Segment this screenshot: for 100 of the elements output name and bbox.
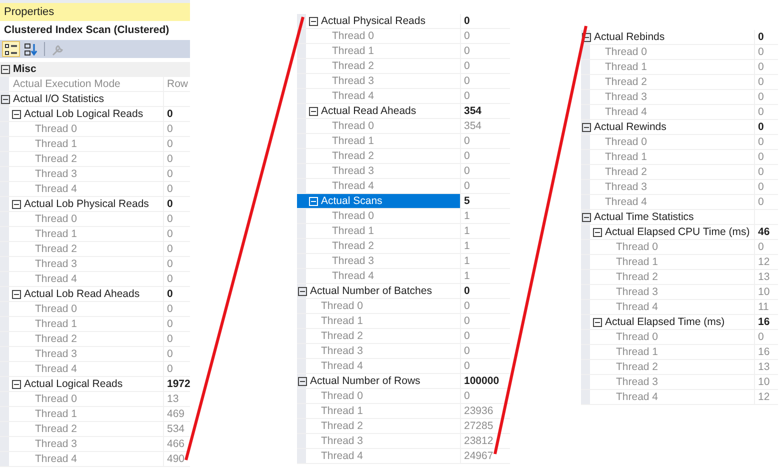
property-row[interactable]: Thread 4 24967 (297, 449, 510, 464)
property-row[interactable]: Thread 1 0 (0, 317, 190, 332)
property-row[interactable]: Thread 4 0 (581, 195, 778, 210)
property-row[interactable]: Thread 3 0 (297, 164, 510, 179)
property-row[interactable]: Thread 4 0 (0, 362, 190, 377)
property-row[interactable]: Thread 2 534 (0, 422, 190, 437)
property-row[interactable]: Thread 3 1 (297, 254, 510, 269)
property-row[interactable]: Thread 0 0 (297, 389, 510, 404)
collapse-icon[interactable] (298, 376, 307, 386)
collapse-icon[interactable] (309, 16, 318, 26)
property-row[interactable]: Thread 3 0 (297, 74, 510, 89)
property-row[interactable]: Actual Logical Reads 1972 (0, 377, 190, 392)
category-row[interactable]: Misc (0, 62, 190, 77)
property-row[interactable]: Thread 1 469 (0, 407, 190, 422)
property-row[interactable]: Thread 2 0 (581, 75, 778, 90)
property-row[interactable]: Thread 4 0 (0, 182, 190, 197)
property-row[interactable]: Thread 3 0 (297, 344, 510, 359)
collapse-icon[interactable] (12, 380, 21, 388)
property-row[interactable]: Actual Lob Physical Reads 0 (0, 197, 190, 212)
property-row[interactable]: Thread 1 0 (0, 227, 190, 242)
collapse-icon[interactable] (582, 212, 591, 222)
property-row[interactable]: Thread 2 0 (581, 165, 778, 180)
property-row[interactable]: Thread 3 23812 (297, 434, 510, 449)
collapse-icon[interactable] (12, 110, 21, 118)
collapse-icon[interactable] (593, 228, 602, 236)
property-row[interactable]: Thread 2 13 (581, 360, 778, 375)
property-row[interactable]: Actual Time Statistics (581, 210, 778, 225)
property-row[interactable]: Thread 1 23936 (297, 404, 510, 419)
property-row[interactable]: Thread 0 0 (581, 45, 778, 60)
property-row[interactable]: Actual Elapsed CPU Time (ms) 46 (581, 225, 778, 240)
property-row[interactable]: Thread 2 1 (297, 239, 510, 254)
collapse-icon[interactable] (298, 286, 307, 296)
collapse-icon[interactable] (1, 64, 10, 74)
property-row[interactable]: Thread 1 16 (581, 345, 778, 360)
property-row[interactable]: Thread 0 0 (581, 240, 778, 255)
property-row[interactable]: Thread 3 10 (581, 375, 778, 390)
property-row[interactable]: Thread 2 0 (0, 242, 190, 257)
property-row[interactable]: Thread 2 0 (297, 149, 510, 164)
property-row[interactable]: Thread 4 0 (297, 359, 510, 374)
property-row[interactable]: Thread 2 0 (297, 59, 510, 74)
property-row[interactable]: Thread 0 0 (0, 302, 190, 317)
collapse-icon[interactable] (309, 106, 318, 116)
property-row[interactable]: Thread 4 0 (581, 105, 778, 120)
property-row[interactable]: Thread 3 466 (0, 437, 190, 452)
property-row[interactable]: Actual Read Aheads 354 (297, 104, 510, 119)
property-row[interactable]: Actual I/O Statistics (0, 92, 190, 107)
property-row[interactable]: Actual Execution Mode Row (0, 77, 190, 92)
property-row[interactable]: Thread 0 13 (0, 392, 190, 407)
property-row[interactable]: Actual Physical Reads 0 (297, 14, 510, 29)
property-row[interactable]: Thread 4 12 (581, 390, 778, 405)
property-row[interactable]: Thread 2 13 (581, 270, 778, 285)
categorized-button[interactable] (2, 41, 20, 57)
property-row[interactable]: Thread 2 0 (297, 329, 510, 344)
property-row[interactable]: Thread 1 0 (581, 60, 778, 75)
property-row[interactable]: Thread 1 1 (297, 224, 510, 239)
property-name: Thread 4 (35, 363, 78, 375)
property-row[interactable]: Thread 1 0 (297, 134, 510, 149)
property-row[interactable]: Actual Number of Batches 0 (297, 284, 510, 299)
property-row[interactable]: Thread 2 27285 (297, 419, 510, 434)
collapse-icon[interactable] (593, 318, 602, 326)
property-row[interactable]: Thread 4 11 (581, 300, 778, 315)
property-row[interactable]: Thread 1 0 (581, 150, 778, 165)
property-row[interactable]: Thread 2 0 (0, 332, 190, 347)
collapse-icon[interactable] (582, 122, 591, 132)
property-row[interactable]: Thread 4 0 (297, 179, 510, 194)
collapse-icon[interactable] (582, 32, 591, 42)
property-row[interactable]: Thread 3 10 (581, 285, 778, 300)
property-row[interactable]: Thread 0 0 (297, 29, 510, 44)
property-row[interactable]: Thread 0 0 (0, 212, 190, 227)
property-row[interactable]: Thread 1 0 (0, 137, 190, 152)
property-row[interactable]: Actual Lob Logical Reads 0 (0, 107, 190, 122)
property-row[interactable]: Actual Rebinds 0 (581, 30, 778, 45)
property-row[interactable]: Thread 1 0 (297, 44, 510, 59)
property-row[interactable]: Thread 0 0 (297, 299, 510, 314)
property-row[interactable]: Thread 4 1 (297, 269, 510, 284)
collapse-icon[interactable] (1, 94, 10, 104)
property-row[interactable]: Thread 3 0 (0, 347, 190, 362)
property-row[interactable]: Thread 2 0 (0, 152, 190, 167)
property-row[interactable]: Thread 1 12 (581, 255, 778, 270)
property-row[interactable]: Thread 4 0 (297, 89, 510, 104)
property-row[interactable]: Thread 3 0 (581, 180, 778, 195)
property-row[interactable]: Thread 4 0 (0, 272, 190, 287)
property-row[interactable]: Thread 3 0 (581, 90, 778, 105)
property-row[interactable]: Actual Rewinds 0 (581, 120, 778, 135)
property-row[interactable]: Thread 3 0 (0, 167, 190, 182)
property-row[interactable]: Actual Scans 5 (297, 194, 510, 209)
property-row[interactable]: Actual Lob Read Aheads 0 (0, 287, 190, 302)
property-row[interactable]: Thread 0 354 (297, 119, 510, 134)
property-row[interactable]: Thread 1 0 (297, 314, 510, 329)
property-row[interactable]: Thread 0 0 (0, 122, 190, 137)
collapse-icon[interactable] (12, 200, 21, 208)
collapse-icon[interactable] (12, 290, 21, 298)
property-row[interactable]: Thread 4 490 (0, 452, 190, 467)
property-row[interactable]: Thread 3 0 (0, 257, 190, 272)
property-row[interactable]: Thread 0 1 (297, 209, 510, 224)
property-row[interactable]: Actual Number of Rows 100000 (297, 374, 510, 389)
property-row[interactable]: Actual Elapsed Time (ms) 16 (581, 315, 778, 330)
alphabetical-button[interactable] (22, 41, 40, 57)
property-row[interactable]: Thread 0 0 (581, 330, 778, 345)
property-row[interactable]: Thread 0 0 (581, 135, 778, 150)
